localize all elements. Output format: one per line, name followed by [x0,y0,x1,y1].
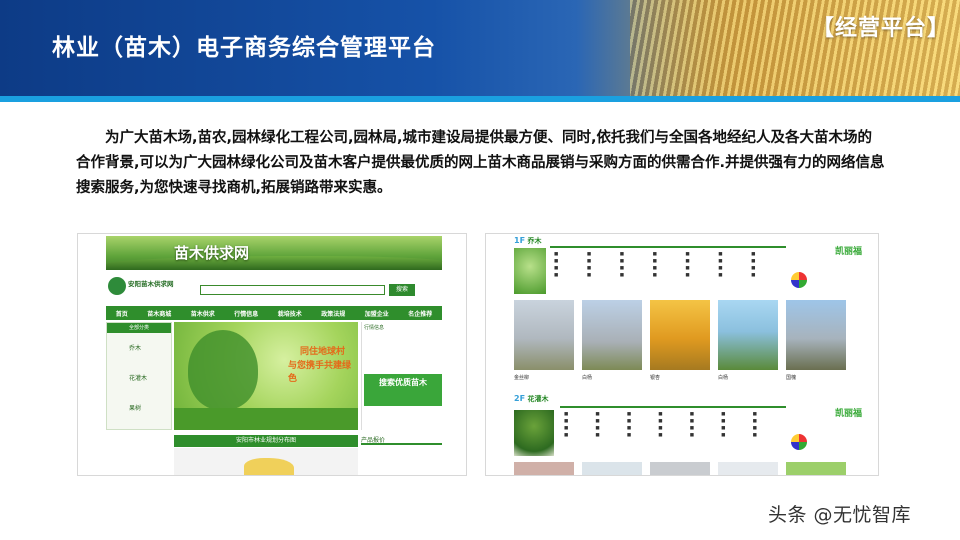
floor-1-title: 1F 乔木 [514,236,542,245]
shrub-photo[interactable] [582,462,642,475]
shrub-thumbnail [514,410,554,456]
tree-caption[interactable]: 银杏 [650,374,710,388]
site-nav: 首页 苗木商城 苗木供求 行情信息 栽培技术 政策法规 加盟企业 名企推荐 [106,306,442,320]
products-head: 产品报价 [361,435,442,445]
site-logo-text: 安阳苗木供求网 [128,280,174,288]
shrub-photo[interactable] [650,462,710,475]
category-head: 全部分类 [107,323,171,333]
tree-photo[interactable] [718,300,778,370]
header-divider [0,96,960,102]
news-head: 行情信息 [364,325,385,331]
tree-photo[interactable] [650,300,710,370]
site-search-button[interactable]: 搜索 [389,284,415,296]
intro-paragraph: 为广大苗木场,苗农,园林绿化工程公司,园林局,城市建设局提供最方便、同时,依托我… [76,130,885,196]
section-tag: 【经营平台】 [811,16,950,41]
shrub-photo[interactable] [718,462,778,475]
tree-caption[interactable]: 白杨 [718,374,778,388]
header-band: 林业（苗木）电子商务综合管理平台 【经营平台】 [0,0,960,96]
nav-item[interactable]: 首页 [116,309,128,318]
tree-gallery [514,300,854,370]
right-website-screenshot: 1F 乔木 ■ ■ ■ ■ ■ ■ ■ ■ ■ ■ ■ ■ ■ ■ ■ ■ ■ ■ ■ ■ ■ ■ ■ ■ ■ ■ ■ ■ 凯丽… [485,233,879,476]
site-search-input[interactable] [200,285,385,295]
tree-caption[interactable]: 金丝柳 [514,374,574,388]
hero-slogan-2: 与您携手共建绿色 [288,361,352,384]
brand-ad[interactable]: 凯丽福 [791,244,877,294]
news-column: 行情信息 搜索优质苗木 [361,322,442,430]
slide: 林业（苗木）电子商务综合管理平台 【经营平台】 为广大苗木场,苗农,园林绿化工程… [0,0,960,540]
site-logo-icon [108,277,126,295]
shrub-gallery [514,462,854,475]
page-title: 林业（苗木）电子商务综合管理平台 [52,35,436,61]
brand-name: 凯丽福 [835,247,863,257]
brand-name: 凯丽福 [835,409,863,419]
tree-caption[interactable]: 国槐 [786,374,846,388]
floor-2-title: 2F 花灌木 [514,394,549,403]
tree-photo[interactable] [514,300,574,370]
forestry-map [174,448,358,475]
brand-ad-2[interactable]: 凯丽福 [791,406,877,456]
site-banner: 苗木供求网 [106,236,442,270]
tree-photo[interactable] [582,300,642,370]
category-item[interactable]: 果树 [107,393,171,423]
brand-logo-icon [791,272,807,288]
floor-1-links: ■ ■ ■ ■ ■ ■ ■ ■ ■ ■ ■ ■ ■ ■ ■ ■ ■ ■ ■ ■ ■ ■ ■ ■ ■ ■ ■ ■ [550,246,786,290]
category-sidebar: 全部分类 乔木 花灌木 果树 [106,322,172,430]
left-website-screenshot: 苗木供求网 安阳苗木供求网 搜索 首页 苗木商城 苗木供求 行情信息 栽培技术 … [77,233,467,476]
tree-illustration [188,330,258,410]
nav-item[interactable]: 苗木供求 [191,309,215,318]
tree-caption[interactable]: 白杨 [582,374,642,388]
tree-captions: 金丝柳 白杨 银杏 白杨 国槐 [514,374,854,388]
nav-item[interactable]: 政策法规 [321,309,345,318]
floor-2-links: ■ ■ ■ ■ ■ ■ ■ ■ ■ ■ ■ ■ ■ ■ ■ ■ ■ ■ ■ ■ ■ ■ ■ ■ ■ ■ ■ ■ [560,406,786,456]
tree-photo[interactable] [786,300,846,370]
nav-item[interactable]: 加盟企业 [365,309,389,318]
category-item[interactable]: 乔木 [107,333,171,363]
brand-logo-icon [791,434,807,450]
shrub-photo[interactable] [514,462,574,475]
promo-banner[interactable]: 搜索优质苗木 [364,374,442,406]
watermark: 头条 @无忧智库 [768,504,912,526]
nav-item[interactable]: 栽培技术 [278,309,302,318]
nav-item[interactable]: 行情信息 [234,309,258,318]
leaf-thumbnail [514,248,546,294]
nav-item[interactable]: 苗木商城 [147,309,171,318]
banner-title: 苗木供求网 [174,244,250,262]
hero-slogan-1: 同住地球村 [300,347,346,357]
category-item[interactable]: 花灌木 [107,363,171,393]
nav-item[interactable]: 名企推荐 [408,309,432,318]
shrub-photo[interactable] [786,462,846,475]
map-head: 安阳市林业规划分布图 [174,435,358,447]
hero-banner[interactable]: 同住地球村 与您携手共建绿色 [174,322,358,430]
